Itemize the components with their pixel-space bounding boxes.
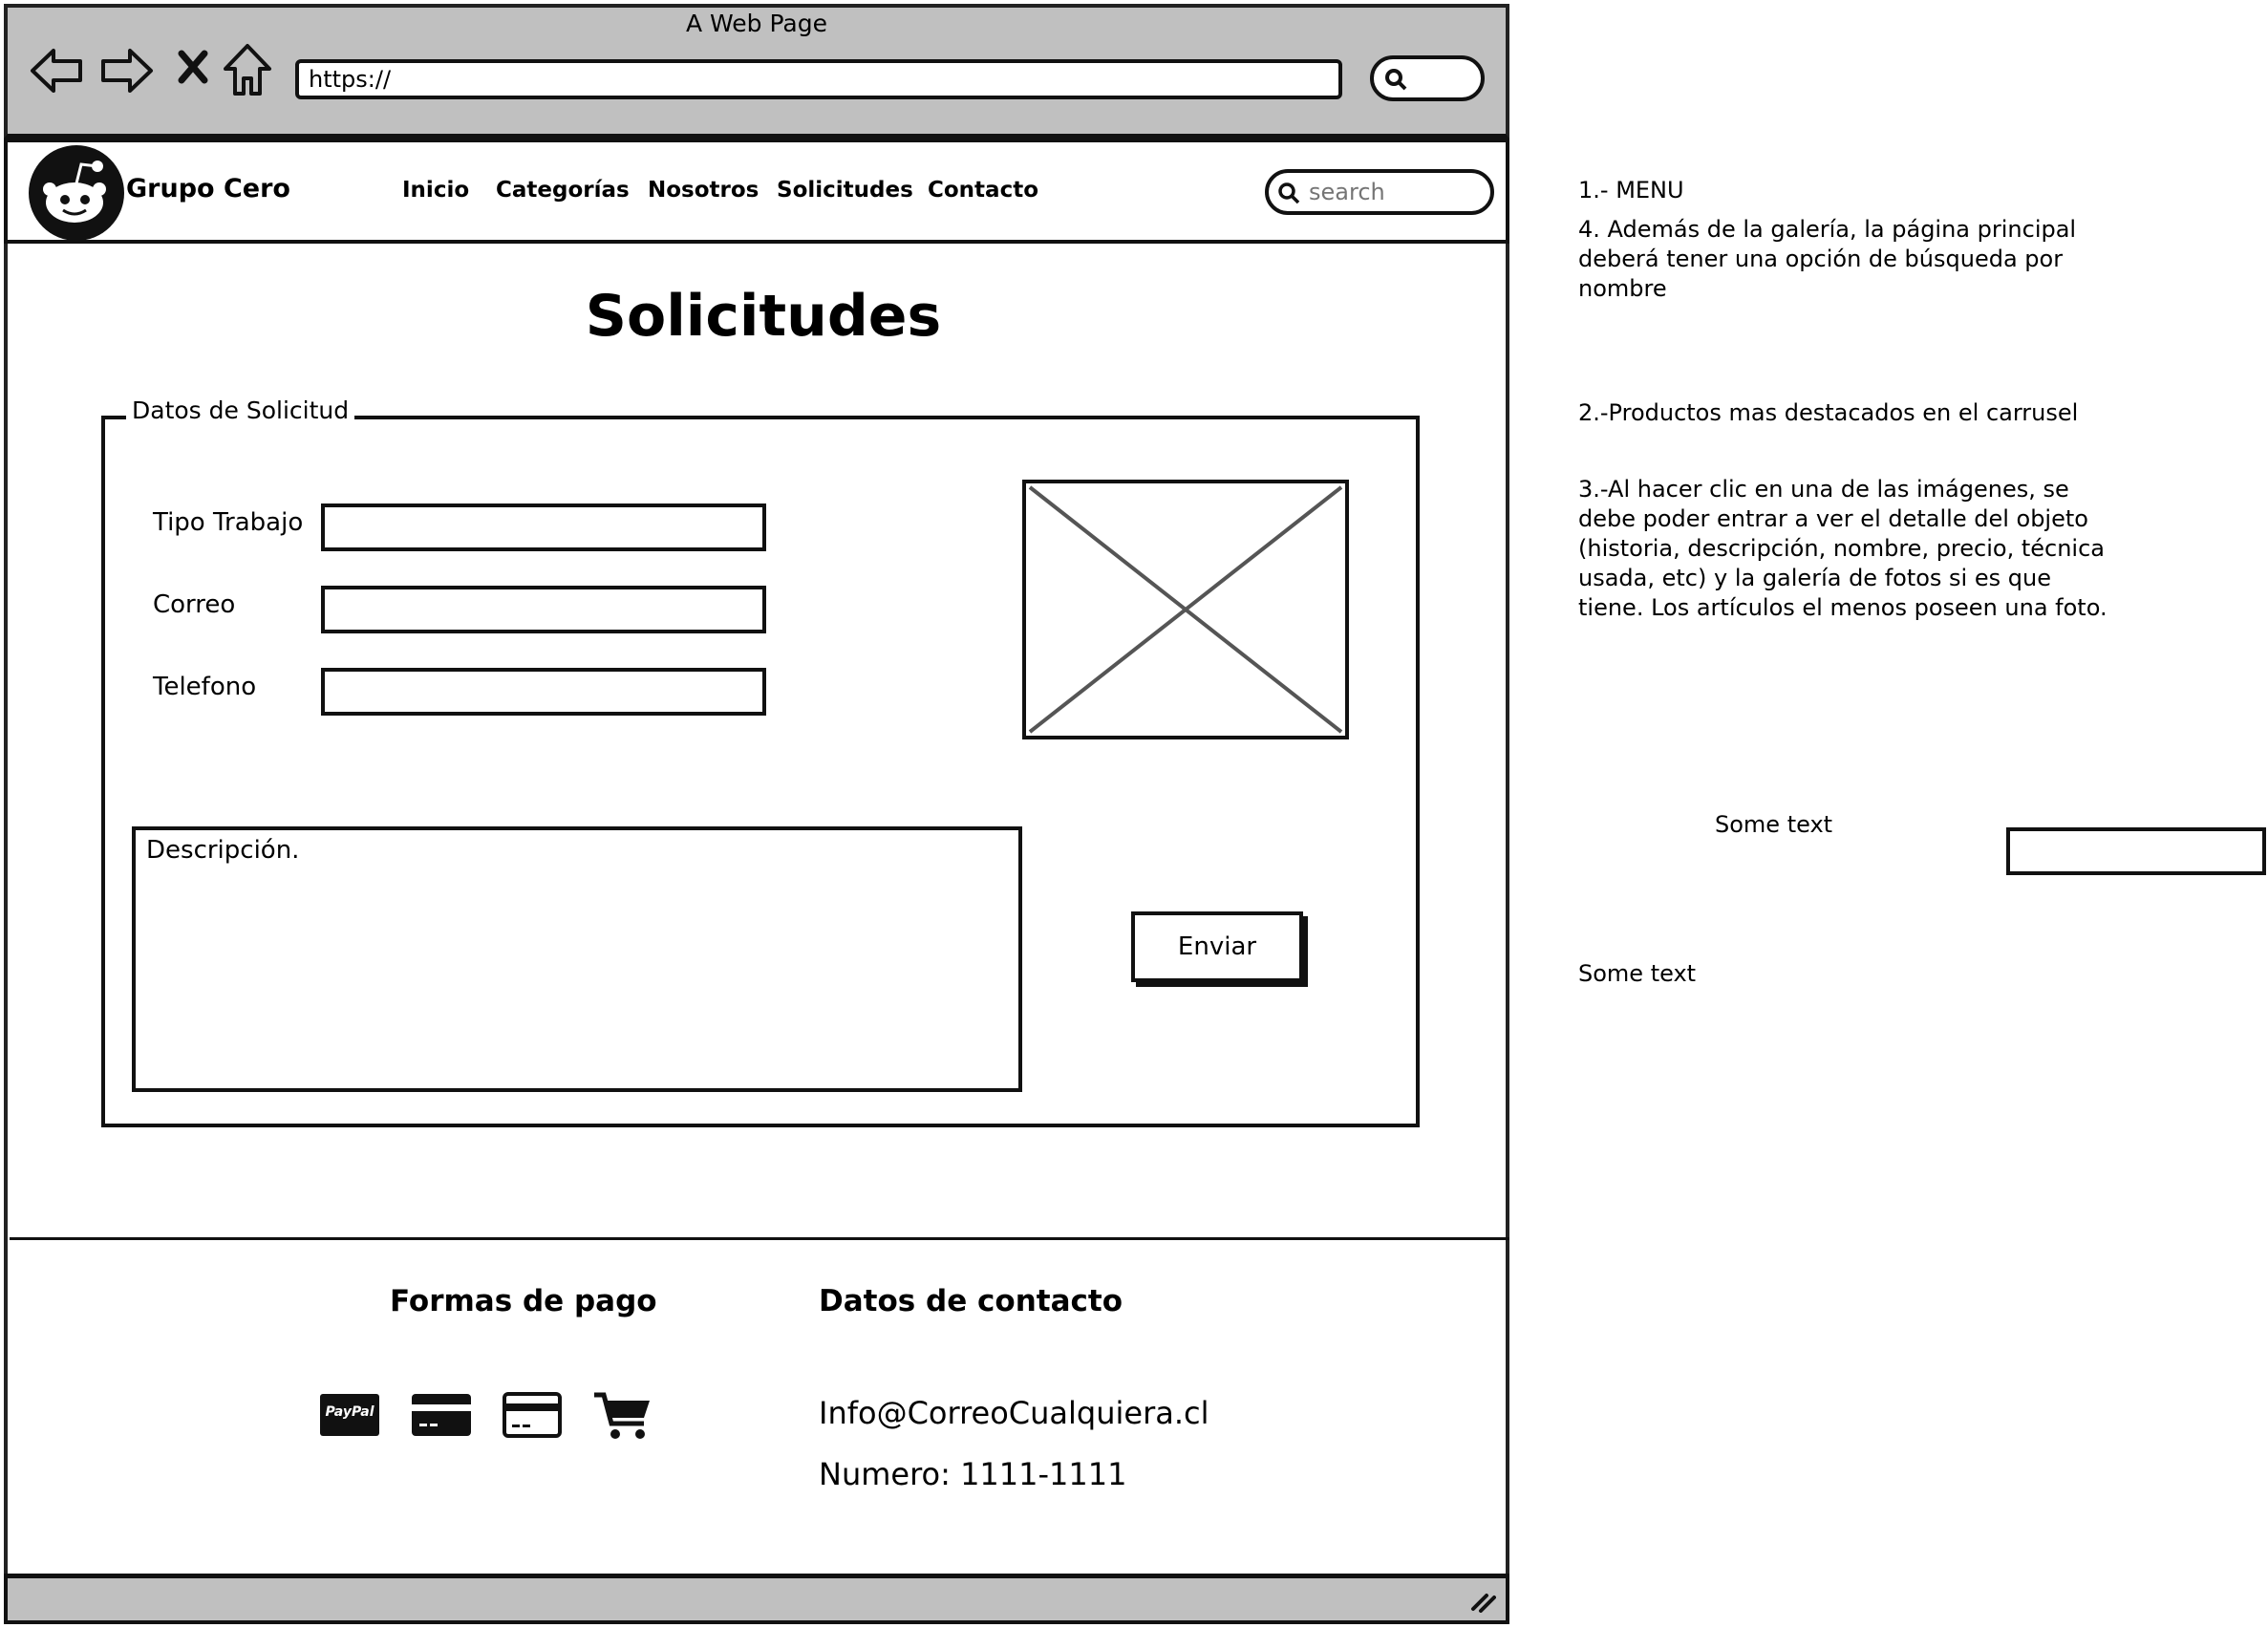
correo-input[interactable] — [321, 586, 766, 633]
paypal-icon: PayPal — [319, 1391, 380, 1439]
logo-icon[interactable] — [29, 145, 124, 241]
submit-button[interactable]: Enviar — [1131, 911, 1303, 982]
telefono-input[interactable] — [321, 668, 766, 716]
annotation-search: 4. Además de la galería, la página princ… — [1578, 216, 2077, 302]
payments-heading: Formas de pago — [390, 1284, 657, 1318]
back-icon[interactable] — [29, 46, 84, 96]
tipo-trabajo-label: Tipo Trabajo — [153, 508, 304, 537]
nav-nosotros[interactable]: Nosotros — [648, 178, 759, 203]
nav-solicitudes[interactable]: Solicitudes — [777, 178, 913, 203]
nav-categorias[interactable]: Categorías — [496, 178, 630, 203]
correo-label: Correo — [153, 590, 236, 619]
search-icon — [1278, 182, 1300, 204]
image-placeholder — [1022, 480, 1349, 739]
search-icon — [1385, 69, 1407, 91]
tipo-trabajo-input[interactable] — [321, 503, 766, 551]
brand-name: Grupo Cero — [126, 174, 290, 204]
url-bar[interactable]: https:// — [295, 59, 1342, 99]
annotation-some-text-1: Some text — [1715, 811, 1833, 838]
description-textarea[interactable] — [132, 826, 1022, 1092]
telefono-label: Telefono — [153, 673, 257, 701]
description-placeholder: Descripción. — [146, 836, 300, 865]
contact-phone: Numero: 1111-1111 — [819, 1456, 1127, 1492]
nav-inicio[interactable]: Inicio — [402, 178, 469, 203]
credit-card-icon — [411, 1391, 472, 1439]
annotation-menu: 1.- MENU — [1578, 177, 1684, 204]
stop-icon[interactable] — [176, 48, 210, 86]
fieldset-legend: Datos de Solicitud — [126, 396, 355, 424]
status-bar — [4, 1574, 1509, 1624]
home-icon[interactable] — [222, 42, 273, 97]
page-title: Solicitudes — [585, 283, 942, 350]
search-input[interactable] — [1307, 178, 1483, 206]
forward-icon[interactable] — [99, 46, 155, 96]
contact-email[interactable]: Info@CorreoCualquiera.cl — [819, 1395, 1209, 1431]
annotation-detail: 3.-Al hacer clic en una de las imágenes,… — [1578, 476, 2108, 621]
annotation-carousel: 2.-Productos mas destacados en el carrus… — [1578, 399, 2079, 426]
nav-search-box[interactable] — [1265, 169, 1494, 215]
footer-divider — [10, 1237, 1509, 1240]
resize-grip-icon[interactable] — [1467, 1588, 1496, 1613]
annotation-input-box[interactable] — [2006, 827, 2266, 875]
browser-search-button[interactable] — [1370, 55, 1485, 101]
shopping-cart-icon — [592, 1391, 653, 1439]
annotation-some-text-2: Some text — [1578, 960, 1697, 987]
paypal-label: PayPal — [325, 1404, 374, 1420]
nav-contacto[interactable]: Contacto — [928, 178, 1038, 203]
contact-heading: Datos de contacto — [819, 1284, 1123, 1318]
window-title: A Web Page — [685, 10, 828, 37]
debit-card-icon — [502, 1391, 563, 1439]
